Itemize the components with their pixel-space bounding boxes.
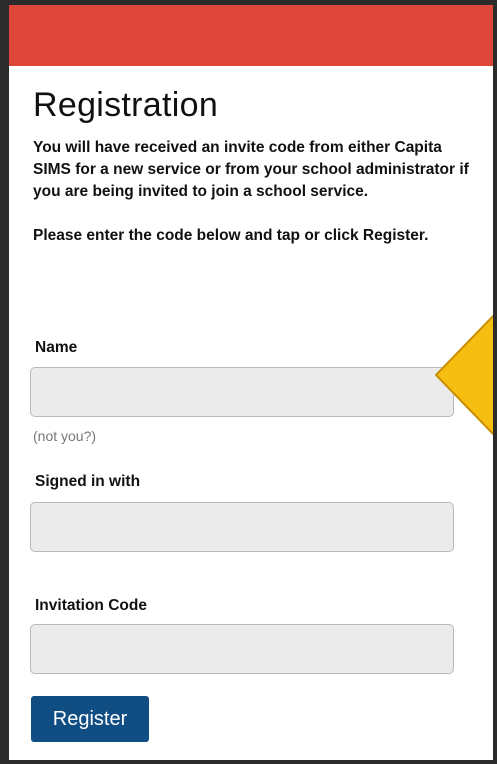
register-button[interactable]: Register — [31, 696, 149, 742]
registration-screen: Registration You will have received an i… — [0, 0, 497, 764]
window-border-right — [493, 0, 497, 764]
callout-arrow-icon — [435, 312, 497, 438]
signed-in-field[interactable] — [30, 502, 454, 552]
window-border-bottom — [0, 760, 497, 764]
name-label: Name — [35, 339, 78, 356]
window-border-left — [0, 0, 9, 764]
header-bar — [9, 5, 493, 66]
not-you-link[interactable]: (not you?) — [33, 428, 96, 444]
intro-text: You will have received an invite code fr… — [33, 139, 469, 200]
invitation-code-label: Invitation Code — [35, 597, 147, 614]
main-content: Registration You will have received an i… — [33, 66, 483, 247]
window-border-top — [0, 0, 497, 5]
page-title: Registration — [33, 86, 219, 124]
invitation-code-field[interactable] — [30, 624, 454, 674]
name-field[interactable] — [30, 367, 454, 417]
instruction-text: Please enter the code below and tap or c… — [33, 227, 429, 244]
signed-in-label: Signed in with — [35, 473, 141, 490]
